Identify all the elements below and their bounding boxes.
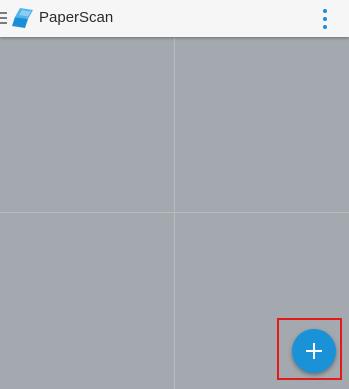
more-vert-icon[interactable] [318, 8, 332, 30]
app-bar: PaperScan [0, 0, 349, 37]
document-tile[interactable] [0, 213, 173, 389]
paperscan-logo-icon [12, 8, 33, 28]
add-scan-button[interactable] [292, 329, 336, 373]
grid-divider [174, 37, 175, 389]
plus-icon [306, 343, 322, 359]
document-tile[interactable] [175, 37, 349, 212]
document-tile[interactable] [0, 37, 173, 212]
app-title: PaperScan [39, 9, 114, 26]
grid-divider [0, 212, 349, 213]
hamburger-menu-icon[interactable] [0, 12, 7, 25]
